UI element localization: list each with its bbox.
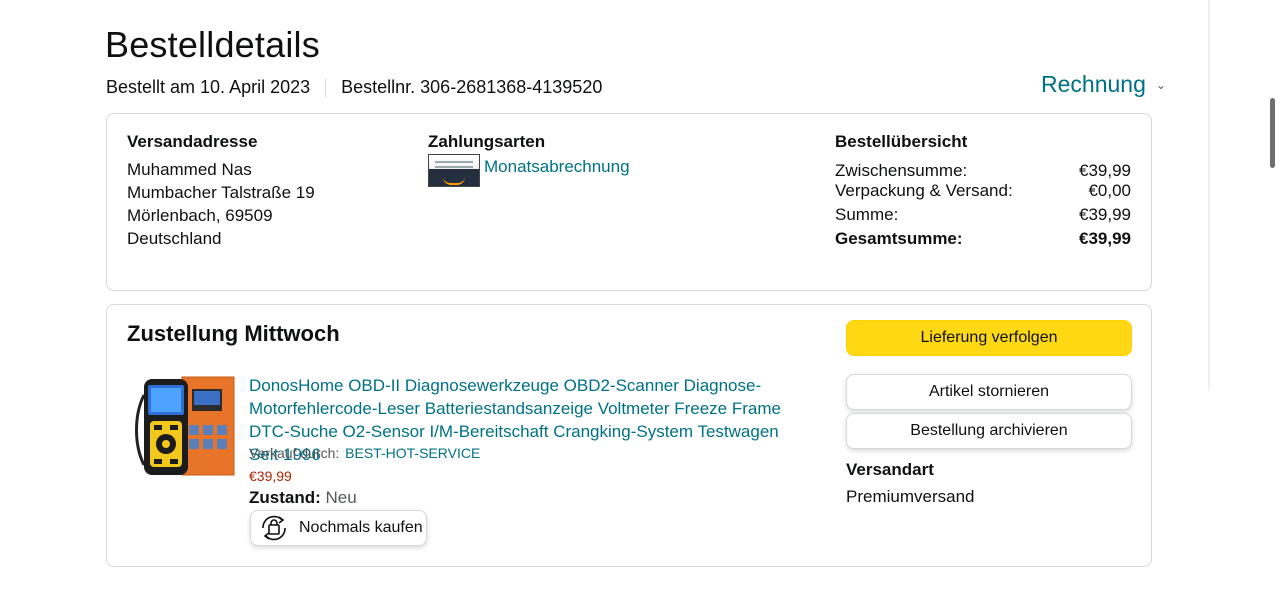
payment-methods: Zahlungsarten Monatsabrechnung (428, 132, 630, 187)
cancel-item-button[interactable]: Artikel stornieren (846, 374, 1132, 410)
address-street: Mumbacher Talstraße 19 (127, 183, 315, 202)
order-number: Bestellnr. 306-2681368-4139520 (341, 77, 603, 97)
summary-total-label: Gesamtsumme: (835, 229, 963, 248)
invoice-label[interactable]: Rechnung (1041, 71, 1146, 98)
address-city: Mörlenbach, 69509 (127, 206, 273, 225)
buy-again-button[interactable]: Nochmals kaufen (250, 510, 427, 546)
summary-row: Verpackung & Versand: €0,00 (835, 181, 1131, 201)
condition-value: Neu (325, 488, 357, 507)
track-package-button[interactable]: Lieferung verfolgen (846, 320, 1132, 356)
invoice-dropdown[interactable]: Rechnung ⌄ (1041, 71, 1166, 98)
address-country: Deutschland (127, 229, 222, 248)
summary-label: Summe: (835, 205, 899, 224)
page-title: Bestelldetails (105, 24, 320, 65)
condition-label: Zustand: (249, 488, 321, 507)
summary-value: €39,99 (1079, 161, 1131, 180)
summary-row: Summe: €39,99 (835, 205, 1131, 225)
archive-order-button[interactable]: Bestellung archivieren (846, 413, 1132, 449)
summary-value: €0,00 (1088, 181, 1131, 200)
summary-label: Verpackung & Versand: (835, 181, 1013, 200)
payment-heading: Zahlungsarten (428, 132, 546, 151)
order-info-box: Versandadresse Muhammed Nas Mumbacher Ta… (106, 113, 1152, 291)
address-heading: Versandadresse (127, 132, 258, 151)
buy-again-label[interactable]: Nochmals kaufen (299, 519, 423, 537)
shipping-method-heading: Versandart (846, 460, 934, 479)
summary-row: Zwischensumme: €39,99 (835, 161, 1131, 181)
product-condition: Zustand: Neu (249, 488, 357, 508)
summary-value: €39,99 (1079, 205, 1131, 224)
buy-again-icon (262, 515, 286, 541)
summary-heading: Bestellübersicht (835, 132, 968, 151)
summary-label: Zwischensumme: (835, 161, 968, 180)
meta-divider (325, 78, 327, 97)
summary-total-row: Gesamtsumme: €39,99 (835, 229, 1131, 249)
product-image[interactable] (134, 375, 237, 479)
summary-total-value: €39,99 (1079, 229, 1131, 248)
order-date: Bestellt am 10. April 2023 (106, 77, 311, 97)
chevron-down-icon[interactable]: ⌄ (1156, 78, 1166, 92)
shipping-method-value: Premiumversand (846, 487, 975, 506)
product-price: €39,99 (249, 468, 292, 484)
shipping-address: Versandadresse Muhammed Nas Mumbacher Ta… (127, 132, 315, 250)
seller-link[interactable]: BEST-HOT-SERVICE (345, 445, 480, 461)
sold-by-label: Verkauf durch: (249, 445, 340, 461)
order-summary: Bestellübersicht Zwischensumme: €39,99 V… (835, 132, 1131, 249)
payment-card-icon (428, 154, 480, 187)
payment-method-link[interactable]: Monatsabrechnung (484, 157, 630, 177)
scrollbar[interactable] (1270, 98, 1275, 168)
delivery-title: Zustellung Mittwoch (127, 321, 340, 346)
sold-by: Verkauf durch: BEST-HOT-SERVICE (249, 445, 480, 461)
address-name: Muhammed Nas (127, 160, 252, 179)
page-divider (1208, 0, 1210, 390)
delivery-box: Zustellung Mittwoch DonosHome OBD-II Dia… (106, 304, 1152, 567)
order-meta: Bestellt am 10. April 2023 Bestellnr. 30… (106, 77, 602, 98)
